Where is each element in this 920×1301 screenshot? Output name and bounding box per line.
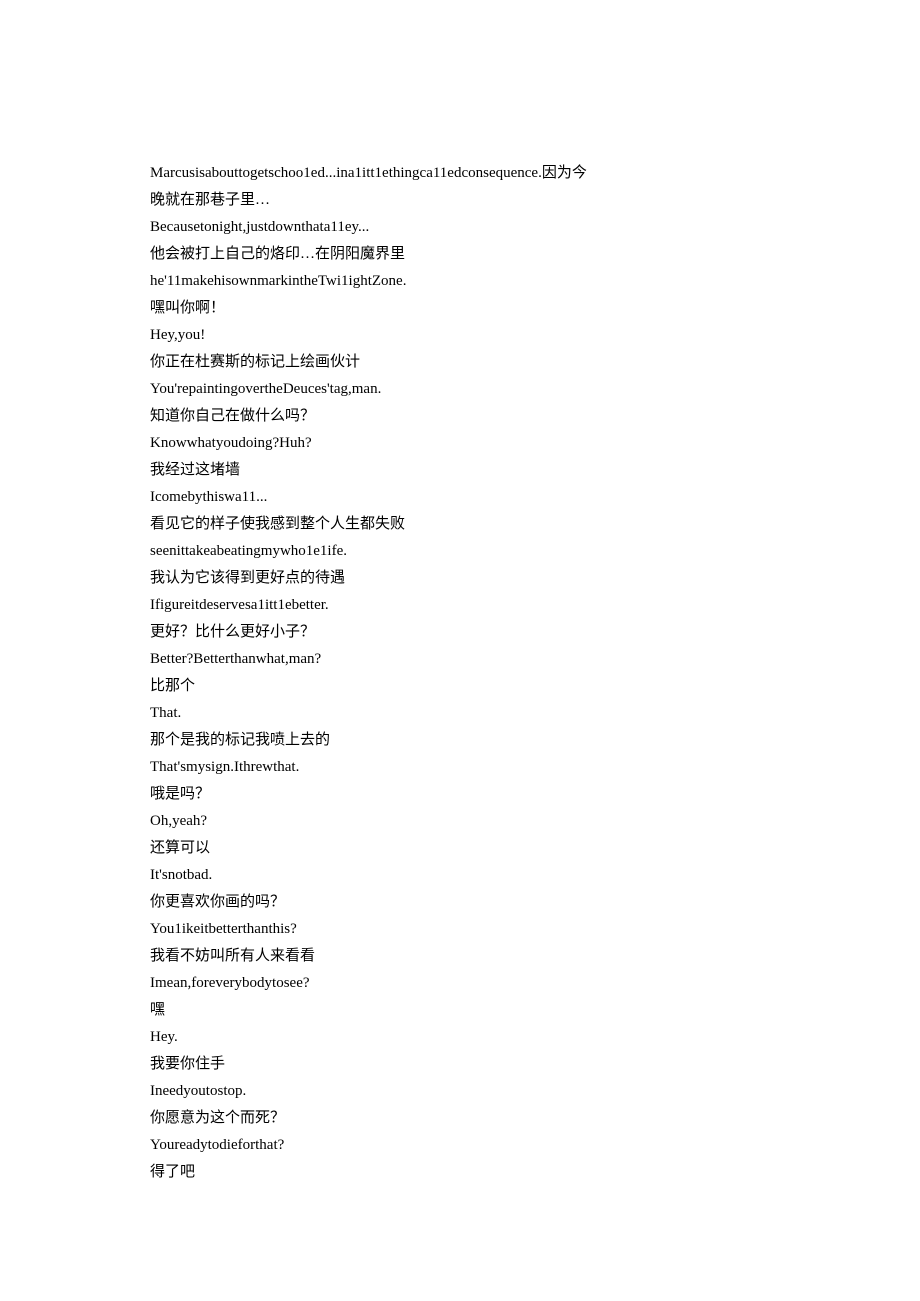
text-line: Better?Betterthanwhat,man? [150, 646, 770, 673]
text-line: Becausetonight,justdownthata11ey... [150, 214, 770, 241]
text-line: 知道你自己在做什么吗？ [150, 403, 770, 430]
text-line: seenittakeabeatingmywho1e1ife. [150, 538, 770, 565]
document-page: Marcusisabouttogetschoo1ed...ina1itt1eth… [0, 0, 920, 1286]
text-line: Marcusisabouttogetschoo1ed...ina1itt1eth… [150, 160, 770, 187]
text-line: 得了吧 [150, 1159, 770, 1186]
text-line: That'smysign.Ithrewthat. [150, 754, 770, 781]
text-line: You'repaintingovertheDeuces'tag,man. [150, 376, 770, 403]
text-line: Icomebythiswa11... [150, 484, 770, 511]
text-line: Ineedyoutostop. [150, 1078, 770, 1105]
text-line: Ifigureitdeservesa1itt1ebetter. [150, 592, 770, 619]
text-line: 还算可以 [150, 835, 770, 862]
text-line: 晚就在那巷子里… [150, 187, 770, 214]
text-line: 更好？比什么更好小子？ [150, 619, 770, 646]
text-line: Oh,yeah? [150, 808, 770, 835]
text-line: Imean,foreverybodytosee? [150, 970, 770, 997]
text-line: 你愿意为这个而死？ [150, 1105, 770, 1132]
text-line: 那个是我的标记我喷上去的 [150, 727, 770, 754]
text-line: 我认为它该得到更好点的待遇 [150, 565, 770, 592]
document-content: Marcusisabouttogetschoo1ed...ina1itt1eth… [150, 160, 770, 1186]
text-line: Hey,you! [150, 322, 770, 349]
text-line: You1ikeitbetterthanthis? [150, 916, 770, 943]
text-line: 你正在杜赛斯的标记上绘画伙计 [150, 349, 770, 376]
text-line: Hey. [150, 1024, 770, 1051]
text-line: 你更喜欢你画的吗？ [150, 889, 770, 916]
text-line: 他会被打上自己的烙印…在阴阳魔界里 [150, 241, 770, 268]
text-line: 我看不妨叫所有人来看看 [150, 943, 770, 970]
text-line: 哦是吗？ [150, 781, 770, 808]
text-line: Knowwhatyoudoing?Huh? [150, 430, 770, 457]
text-line: It'snotbad. [150, 862, 770, 889]
text-line: 看见它的样子使我感到整个人生都失败 [150, 511, 770, 538]
text-line: That. [150, 700, 770, 727]
text-line: 比那个 [150, 673, 770, 700]
text-line: Youreadytodieforthat? [150, 1132, 770, 1159]
text-line: 嘿叫你啊！ [150, 295, 770, 322]
text-line: 我要你住手 [150, 1051, 770, 1078]
text-line: he'11makehisownmarkintheTwi1ightZone. [150, 268, 770, 295]
text-line: 我经过这堵墙 [150, 457, 770, 484]
text-line: 嘿 [150, 997, 770, 1024]
